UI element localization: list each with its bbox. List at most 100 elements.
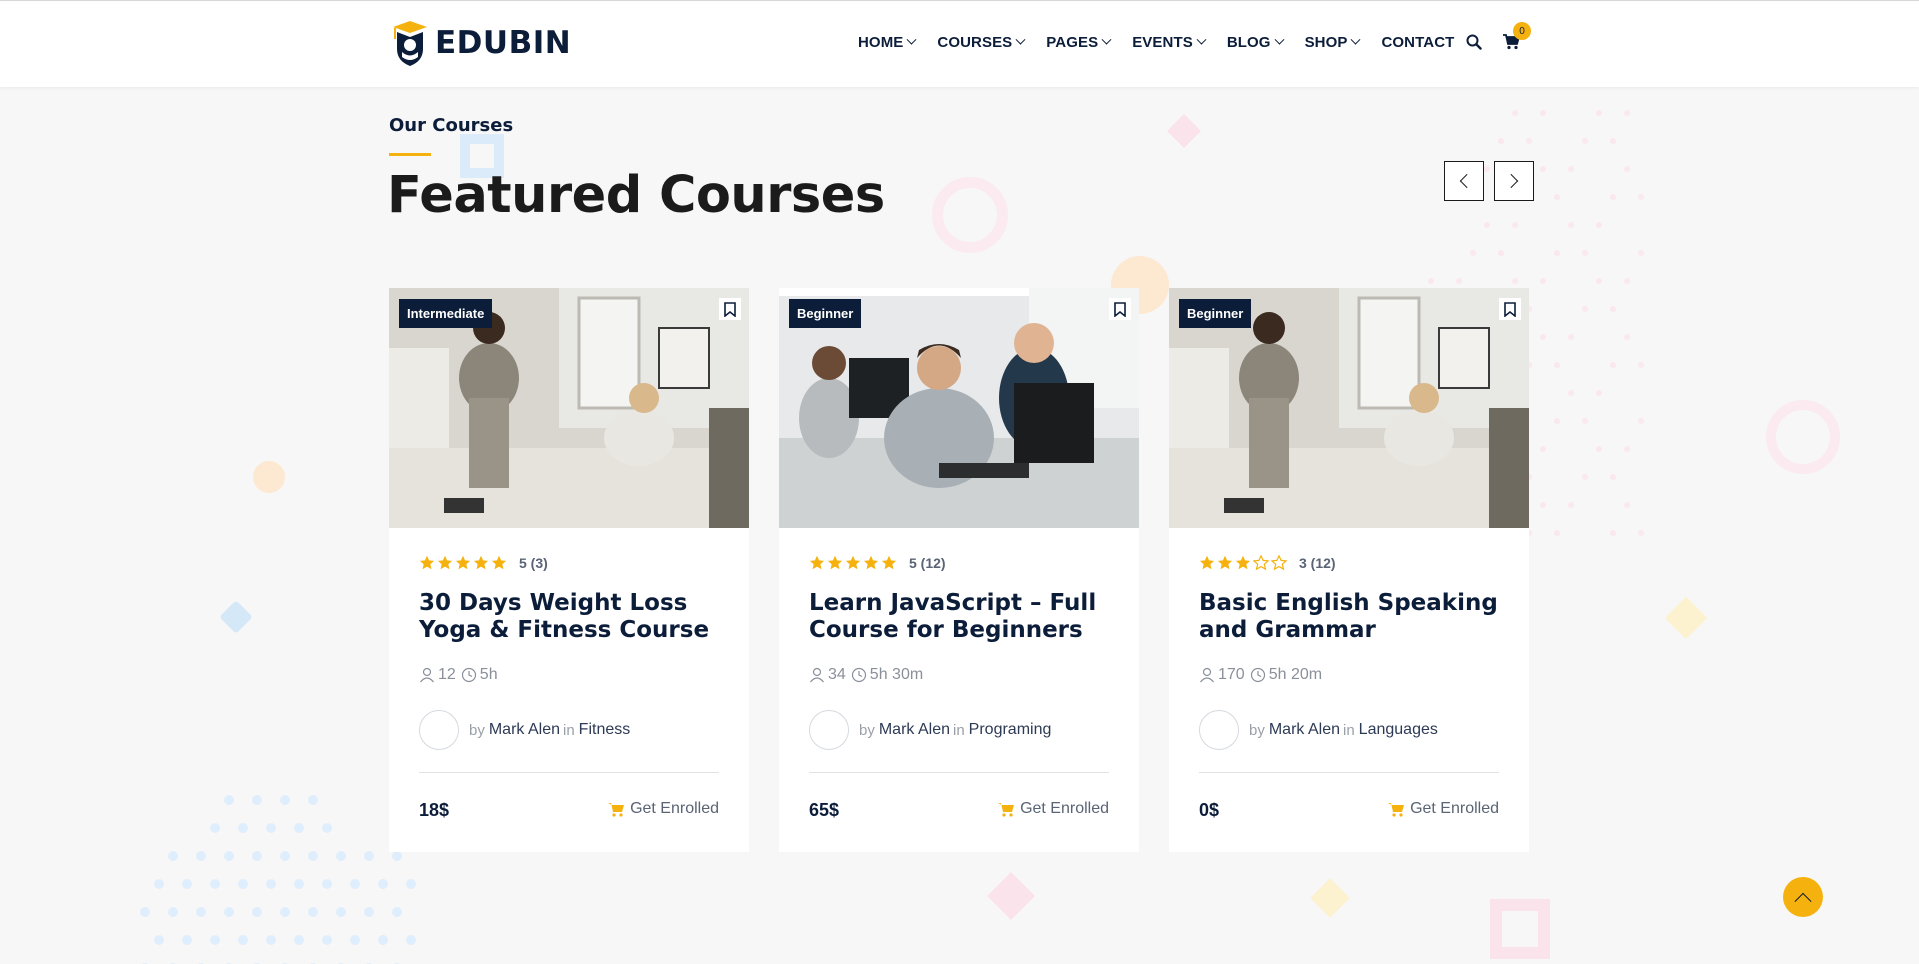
decorative-dot — [1512, 110, 1518, 116]
decorative-dot — [1568, 334, 1574, 340]
course-level-badge: Intermediate — [399, 299, 493, 328]
decorative-dot — [196, 907, 206, 917]
course-level-badge: Beginner — [1179, 299, 1252, 328]
search-button[interactable] — [1466, 34, 1482, 55]
nav-events[interactable]: EVENTS — [1132, 34, 1207, 51]
decorative-dot — [210, 935, 220, 945]
clock-icon — [1250, 667, 1265, 683]
card-divider — [809, 772, 1109, 773]
scroll-to-top-button[interactable] — [1783, 877, 1823, 917]
avatar[interactable] — [419, 710, 459, 750]
course-author: by Mark Alen in Programing — [809, 710, 1051, 750]
decorative-dot — [224, 907, 234, 917]
decorative-dot — [182, 935, 192, 945]
decorative-dot — [1582, 474, 1588, 480]
chevron-down-icon — [906, 34, 917, 45]
decorative-dot — [1624, 278, 1630, 284]
bookmark-button[interactable] — [719, 298, 741, 320]
course-rating: 5 (12) — [809, 555, 946, 571]
author-link[interactable]: Mark Alen — [879, 721, 950, 739]
course-duration: 5h 20m — [1268, 666, 1323, 683]
bookmark-button[interactable] — [1109, 298, 1131, 320]
decorative-dot — [238, 935, 248, 945]
user-icon — [420, 667, 434, 683]
deco-ring-pink-right — [1766, 400, 1840, 474]
author-link[interactable]: Mark Alen — [1269, 721, 1340, 739]
cart-count-badge: 0 — [1513, 22, 1531, 40]
nav-courses-label: COURSES — [937, 34, 1013, 51]
decorative-dot — [1568, 166, 1574, 172]
star-empty-icon — [1271, 555, 1287, 571]
site-logo[interactable]: EDUBIN — [389, 19, 571, 67]
decorative-dot — [1512, 222, 1518, 228]
decorative-dot — [1554, 250, 1560, 256]
decorative-dot — [1610, 362, 1616, 368]
chevron-left-icon — [1459, 173, 1474, 189]
course-author: by Mark Alen in Fitness — [419, 710, 630, 750]
get-enrolled-button[interactable]: Get Enrolled — [608, 800, 719, 818]
main-nav: HOME COURSES PAGES EVENTS BLOG SHOP CONT… — [858, 34, 1476, 51]
course-meta: 12 5h — [419, 666, 503, 684]
decorative-dot — [154, 935, 164, 945]
nav-contact[interactable]: CONTACT — [1381, 34, 1454, 51]
decorative-dot — [1582, 138, 1588, 144]
course-title[interactable]: Basic English Speaking and Grammar — [1199, 590, 1509, 644]
star-filled-icon — [1217, 555, 1233, 570]
decorative-dot — [1638, 194, 1644, 200]
section-title: Featured Courses — [387, 166, 885, 225]
bookmark-icon — [1504, 301, 1516, 317]
nav-pages[interactable]: PAGES — [1046, 34, 1112, 51]
decorative-dot — [406, 935, 416, 945]
course-image[interactable]: Beginner — [1169, 288, 1529, 528]
carousel-prev-button[interactable] — [1444, 161, 1484, 201]
decorative-dot — [182, 879, 192, 889]
decorative-dot — [210, 879, 220, 889]
course-image[interactable]: Beginner — [779, 288, 1139, 528]
category-link[interactable]: Languages — [1359, 721, 1438, 739]
decorative-dot — [196, 851, 206, 861]
decorative-dot — [1540, 446, 1546, 452]
decorative-dot — [238, 823, 248, 833]
decorative-dot — [294, 823, 304, 833]
course-title[interactable]: Learn JavaScript – Full Course for Begin… — [809, 590, 1119, 644]
course-title[interactable]: 30 Days Weight Loss Yoga & Fitness Cours… — [419, 590, 729, 644]
nav-courses[interactable]: COURSES — [937, 34, 1026, 51]
deco-star-blue — [219, 600, 253, 634]
nav-home[interactable]: HOME — [858, 34, 917, 51]
decorative-dot — [336, 851, 346, 861]
decorative-dot — [280, 907, 290, 917]
decorative-dot — [1540, 110, 1546, 116]
decorative-dot — [1568, 502, 1574, 508]
avatar[interactable] — [1199, 710, 1239, 750]
deco-circle-peach-left — [253, 461, 285, 493]
get-enrolled-button[interactable]: Get Enrolled — [1388, 800, 1499, 818]
clock-icon — [851, 667, 866, 683]
category-link[interactable]: Programing — [969, 721, 1052, 739]
get-enrolled-button[interactable]: Get Enrolled — [998, 800, 1109, 818]
decorative-dot — [392, 851, 402, 861]
chevron-down-icon — [1196, 34, 1207, 45]
chevron-down-icon — [1274, 34, 1285, 45]
nav-shop[interactable]: SHOP — [1305, 34, 1361, 51]
category-link[interactable]: Fitness — [579, 721, 631, 739]
students-count: 34 — [828, 666, 846, 683]
by-label: by — [469, 721, 485, 739]
nav-blog[interactable]: BLOG — [1227, 34, 1285, 51]
avatar[interactable] — [809, 710, 849, 750]
deco-star-yellow — [1664, 596, 1708, 640]
nav-pages-label: PAGES — [1046, 34, 1099, 51]
bookmark-button[interactable] — [1499, 298, 1521, 320]
course-image[interactable]: Intermediate — [389, 288, 749, 528]
graduation-shield-icon — [393, 21, 427, 66]
in-label: in — [1342, 721, 1355, 739]
star-filled-icon — [437, 555, 453, 570]
deco-ring-pink — [932, 177, 1008, 253]
decorative-dot — [1554, 362, 1560, 368]
decorative-dot — [266, 879, 276, 889]
star-filled-icon — [863, 555, 879, 570]
decorative-dot — [1540, 166, 1546, 172]
carousel-next-button[interactable] — [1494, 161, 1534, 201]
rating-text: 3 (12) — [1299, 555, 1336, 571]
decorative-dot — [1484, 166, 1490, 172]
author-link[interactable]: Mark Alen — [489, 721, 560, 739]
